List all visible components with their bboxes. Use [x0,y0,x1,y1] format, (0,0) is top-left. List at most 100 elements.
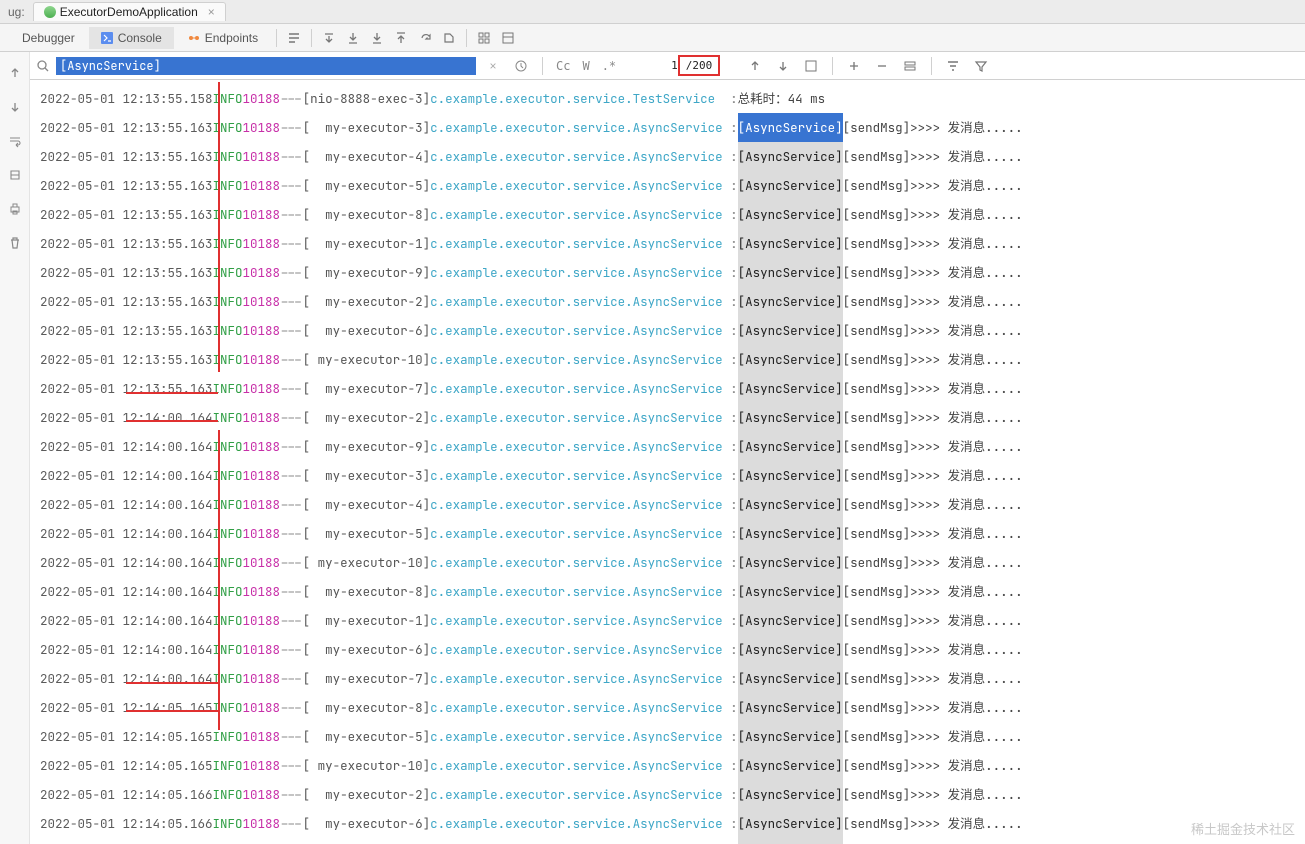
export-icon[interactable] [438,27,460,49]
highlight-token: [AsyncService] [738,287,843,316]
log-level: INFO [213,722,243,751]
thread: [ my-executor-2] [303,780,431,809]
filter-icon[interactable] [970,55,992,77]
download2-icon[interactable] [366,27,388,49]
tool-subtabs: Debugger Console Endpoints [0,24,1305,52]
scroll-to-end-icon[interactable] [318,27,340,49]
log-line[interactable]: 2022-05-01 12:14:00.164 INFO 10188 --- [… [40,606,1305,635]
highlight-token: [AsyncService] [738,142,843,171]
log-line[interactable]: 2022-05-01 12:14:05.166 INFO 10188 --- [… [40,838,1305,844]
select-occurrences-icon[interactable] [899,55,921,77]
redo-icon[interactable] [414,27,436,49]
regex-toggle[interactable]: .* [599,59,619,73]
timestamp: 2022-05-01 12:14:00.164 [40,664,213,693]
log-line[interactable]: 2022-05-01 12:14:00.164 INFO 10188 --- [… [40,432,1305,461]
log-line[interactable]: 2022-05-01 12:14:00.164 INFO 10188 --- [… [40,461,1305,490]
thread: [ my-executor-5] [303,171,431,200]
search-icon [36,59,50,73]
dashes: --- [280,461,303,490]
highlight-token: [AsyncService] [738,548,843,577]
dashes: --- [280,229,303,258]
prev-match-icon[interactable] [744,55,766,77]
close-icon[interactable]: × [208,5,215,19]
logger: c.example.executor.service.AsyncService [430,664,730,693]
download-icon[interactable] [342,27,364,49]
pid: 10188 [243,693,281,722]
log-line[interactable]: 2022-05-01 12:14:00.164 INFO 10188 --- [… [40,403,1305,432]
log-line[interactable]: 2022-05-01 12:13:55.163 INFO 10188 --- [… [40,200,1305,229]
log-line[interactable]: 2022-05-01 12:14:05.165 INFO 10188 --- [… [40,751,1305,780]
timestamp: 2022-05-01 12:13:55.163 [40,229,213,258]
log-line[interactable]: 2022-05-01 12:14:00.164 INFO 10188 --- [… [40,490,1305,519]
remove-selection-icon[interactable] [871,55,893,77]
search-input[interactable] [56,57,476,75]
logger: c.example.executor.service.AsyncService [430,258,730,287]
words-toggle[interactable]: W [579,59,592,73]
log-line[interactable]: 2022-05-01 12:14:05.166 INFO 10188 --- [… [40,809,1305,838]
tab-debugger[interactable]: Debugger [10,27,87,49]
run-config-tab[interactable]: ExecutorDemoApplication × [33,2,226,21]
log-line[interactable]: 2022-05-01 12:14:00.164 INFO 10188 --- [… [40,519,1305,548]
trash-icon[interactable] [4,232,26,254]
log-message: [sendMsg]>>>> 发消息..... [843,200,1023,229]
log-level: INFO [213,84,243,113]
timestamp: 2022-05-01 12:13:55.163 [40,113,213,142]
down-arrow-icon[interactable] [4,96,26,118]
log-line[interactable]: 2022-05-01 12:13:55.158 INFO 10188 --- [… [40,84,1305,113]
upload-icon[interactable] [390,27,412,49]
console-log-area[interactable]: 2022-05-01 12:13:55.158 INFO 10188 --- [… [30,80,1305,844]
log-line[interactable]: 2022-05-01 12:13:55.163 INFO 10188 --- [… [40,171,1305,200]
search-counter: 1/200 [671,55,720,76]
log-line[interactable]: 2022-05-01 12:14:05.165 INFO 10188 --- [… [40,722,1305,751]
print-icon[interactable] [4,198,26,220]
wrap-icon[interactable] [4,130,26,152]
pid: 10188 [243,287,281,316]
highlight-token: [AsyncService] [738,490,843,519]
pid: 10188 [243,84,281,113]
log-line[interactable]: 2022-05-01 12:13:55.163 INFO 10188 --- [… [40,316,1305,345]
log-line[interactable]: 2022-05-01 12:13:55.163 INFO 10188 --- [… [40,287,1305,316]
log-line[interactable]: 2022-05-01 12:14:05.166 INFO 10188 --- [… [40,780,1305,809]
dashes: --- [280,838,303,844]
logger: c.example.executor.service.AsyncService [430,838,730,844]
add-selection-icon[interactable] [843,55,865,77]
log-level: INFO [213,345,243,374]
up-arrow-icon[interactable] [4,62,26,84]
log-line[interactable]: 2022-05-01 12:14:00.164 INFO 10188 --- [… [40,664,1305,693]
filter-list-icon[interactable] [942,55,964,77]
pid: 10188 [243,722,281,751]
soft-wrap-icon[interactable] [283,27,305,49]
log-message: [sendMsg]>>>> 发消息..... [843,838,1023,844]
select-all-icon[interactable] [800,55,822,77]
log-line[interactable]: 2022-05-01 12:13:55.163 INFO 10188 --- [… [40,258,1305,287]
highlight-token: [AsyncService] [738,606,843,635]
log-message: [sendMsg]>>>> 发消息..... [843,751,1023,780]
clear-search-icon[interactable]: × [482,55,504,77]
log-line[interactable]: 2022-05-01 12:13:55.163 INFO 10188 --- [… [40,374,1305,403]
endpoints-icon [188,32,200,44]
pid: 10188 [243,142,281,171]
tab-console[interactable]: Console [89,27,174,49]
log-line[interactable]: 2022-05-01 12:13:55.163 INFO 10188 --- [… [40,113,1305,142]
pid: 10188 [243,171,281,200]
log-line[interactable]: 2022-05-01 12:14:05.165 INFO 10188 --- [… [40,693,1305,722]
log-line[interactable]: 2022-05-01 12:13:55.163 INFO 10188 --- [… [40,229,1305,258]
scroll-icon[interactable] [4,164,26,186]
log-message: [sendMsg]>>>> 发消息..... [843,461,1023,490]
timestamp: 2022-05-01 12:13:55.163 [40,374,213,403]
log-line[interactable]: 2022-05-01 12:13:55.163 INFO 10188 --- [… [40,345,1305,374]
log-line[interactable]: 2022-05-01 12:14:00.164 INFO 10188 --- [… [40,635,1305,664]
match-case-toggle[interactable]: Cc [553,59,573,73]
log-line[interactable]: 2022-05-01 12:13:55.163 INFO 10188 --- [… [40,142,1305,171]
pid: 10188 [243,461,281,490]
tab-endpoints[interactable]: Endpoints [176,27,270,49]
grid-icon[interactable] [473,27,495,49]
layout-icon[interactable] [497,27,519,49]
log-line[interactable]: 2022-05-01 12:14:00.164 INFO 10188 --- [… [40,577,1305,606]
log-line[interactable]: 2022-05-01 12:14:00.164 INFO 10188 --- [… [40,548,1305,577]
log-message: [sendMsg]>>>> 发消息..... [843,548,1023,577]
logger: c.example.executor.service.AsyncService [430,113,730,142]
history-icon[interactable] [510,55,532,77]
next-match-icon[interactable] [772,55,794,77]
thread: [ my-executor-2] [303,287,431,316]
